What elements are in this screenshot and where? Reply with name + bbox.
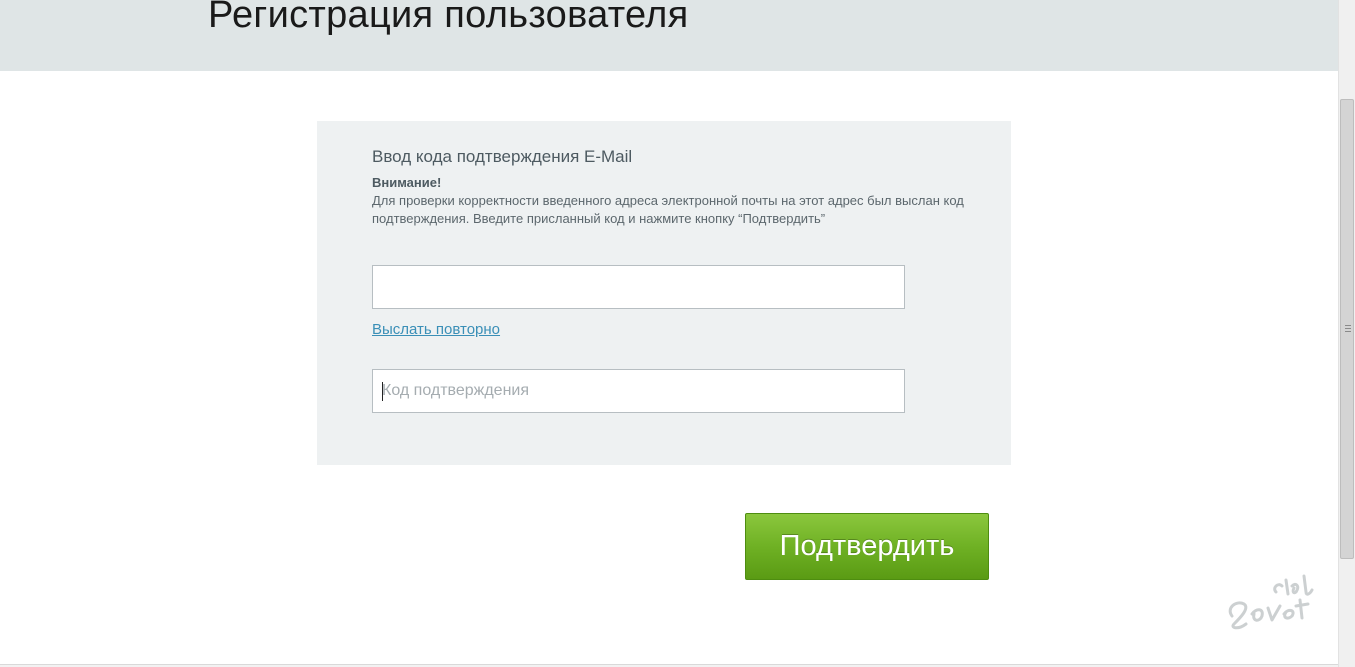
grip-icon xyxy=(1345,331,1351,332)
confirmation-code-input[interactable] xyxy=(372,369,905,413)
email-confirmation-panel: Ввод кода подтверждения E-Mail Внимание!… xyxy=(317,121,1011,465)
vertical-scrollbar[interactable] xyxy=(1338,0,1355,667)
panel-heading: Ввод кода подтверждения E-Mail xyxy=(372,147,633,166)
text-caret xyxy=(382,382,383,401)
grip-icon xyxy=(1345,328,1351,329)
email-field[interactable] xyxy=(372,265,905,309)
registration-page: Регистрация пользователя Ввод кода подтв… xyxy=(0,0,1355,667)
watermark-logo xyxy=(1228,574,1314,630)
page-header: Регистрация пользователя xyxy=(0,0,1338,71)
confirm-button[interactable]: Подтвердить xyxy=(745,513,989,580)
resend-link[interactable]: Выслать повторно xyxy=(372,321,500,338)
warning-text: Для проверки корректности введенного адр… xyxy=(372,193,964,226)
page-title: Регистрация пользователя xyxy=(208,0,689,36)
warning-label: Внимание! xyxy=(372,175,442,190)
scrollbar-thumb[interactable] xyxy=(1340,99,1354,559)
grip-icon xyxy=(1345,325,1351,326)
